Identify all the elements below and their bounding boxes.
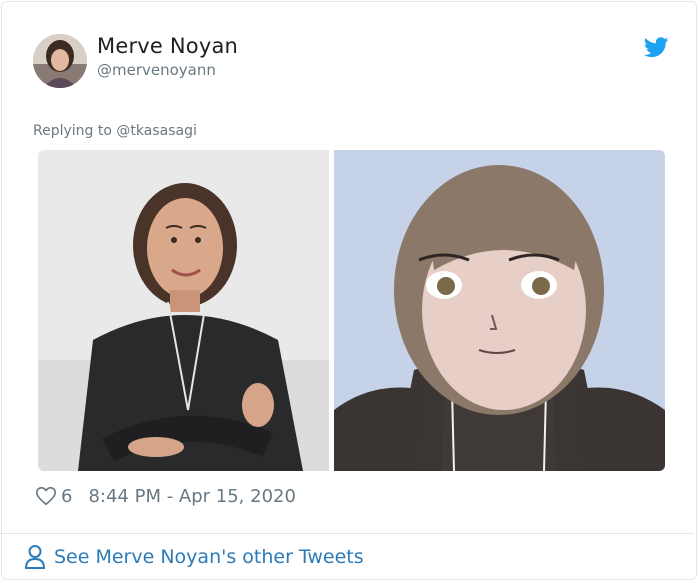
person-icon [24, 545, 46, 569]
heart-icon[interactable] [35, 485, 57, 507]
author-handle[interactable]: @mervenoyann [97, 61, 216, 79]
anime-style-portrait[interactable] [334, 150, 665, 471]
reply-mention-link[interactable]: @tkasasagi [116, 123, 196, 139]
see-other-tweets-label: See Merve Noyan's other Tweets [54, 546, 364, 568]
photo-of-woman[interactable] [38, 150, 329, 471]
like-count[interactable]: 6 [61, 486, 72, 507]
twitter-bird-icon[interactable] [644, 37, 669, 58]
avatar-photo [33, 34, 87, 88]
reply-context: Replying to @tkasasagi [33, 123, 197, 139]
see-other-tweets-link[interactable]: See Merve Noyan's other Tweets [24, 544, 364, 570]
tweet-meta: 6 8:44 PM - Apr 15, 2020 [35, 485, 296, 507]
author-name[interactable]: Merve Noyan [97, 34, 238, 58]
tweet-timestamp[interactable]: 8:44 PM - Apr 15, 2020 [88, 486, 295, 507]
tweet-media[interactable] [38, 150, 665, 471]
tweet-card: Merve Noyan @mervenoyann Replying to @tk… [1, 1, 697, 580]
card-divider [0, 533, 694, 534]
author-avatar[interactable] [33, 34, 87, 88]
reply-prefix: Replying to [33, 123, 117, 139]
